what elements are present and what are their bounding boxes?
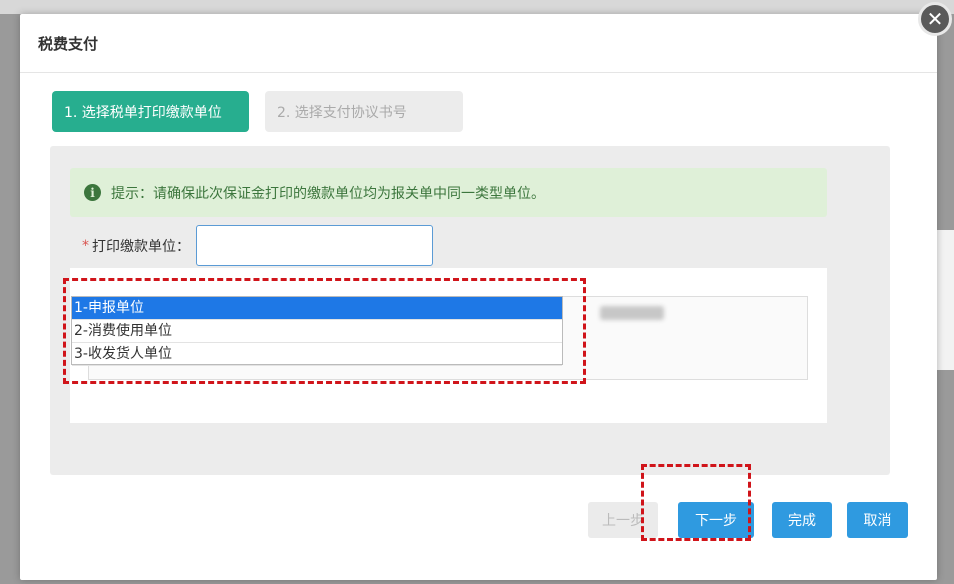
dropdown-option-consumer-unit[interactable]: 2-消费使用单位 — [72, 320, 562, 343]
finish-button[interactable]: 完成 — [772, 502, 832, 538]
required-mark: * — [82, 237, 89, 254]
tip-alert: i 提示：请确保此次保证金打印的缴款单位均为报关单中同一类型单位。 — [70, 168, 827, 217]
modal-header: 税费支付 — [20, 14, 937, 73]
cancel-button[interactable]: 取消 — [847, 502, 908, 538]
payment-unit-label: 打印缴款单位： — [92, 238, 190, 255]
next-step-button[interactable]: 下一步 — [678, 502, 754, 538]
payment-unit-input[interactable] — [196, 225, 433, 266]
close-icon[interactable]: ✕ — [918, 2, 952, 36]
step-select-agreement-number[interactable]: 2. 选择支付协议书号 — [265, 91, 463, 132]
payment-unit-dropdown[interactable]: 1-申报单位 2-消费使用单位 3-收发货人单位 — [71, 296, 563, 366]
modal-title: 税费支付 — [38, 34, 99, 53]
step-indicator: 1. 选择税单打印缴款单位 2. 选择支付协议书号 — [52, 91, 463, 132]
prev-step-button[interactable]: 上一步 — [588, 502, 658, 538]
tip-text: 提示：请确保此次保证金打印的缴款单位均为报关单中同一类型单位。 — [111, 185, 545, 202]
info-icon: i — [84, 184, 101, 201]
background-page — [0, 0, 954, 14]
payment-unit-row: * 打印缴款单位： — [82, 225, 433, 266]
dropdown-option-declaring-unit[interactable]: 1-申报单位 — [72, 297, 562, 320]
table-header-blurred — [600, 306, 664, 320]
step-select-payment-unit[interactable]: 1. 选择税单打印缴款单位 — [52, 91, 249, 132]
dropdown-option-consignee-unit[interactable]: 3-收发货人单位 — [72, 343, 562, 366]
